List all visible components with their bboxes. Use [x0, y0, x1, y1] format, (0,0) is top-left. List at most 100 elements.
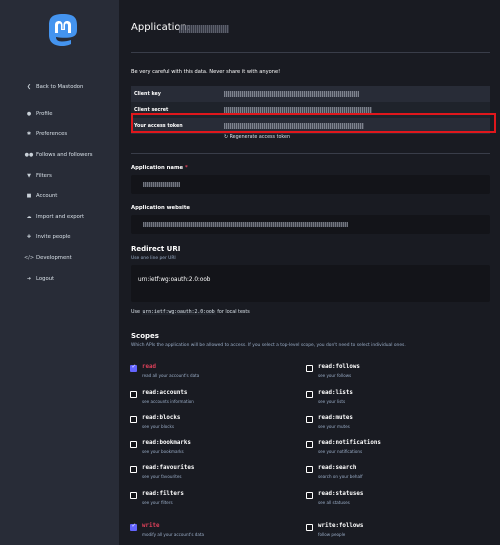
nav-invite-people[interactable]: ✚ Invite people: [0, 227, 119, 248]
scope-read-favourites[interactable]: read:favourites see your favourites: [130, 465, 194, 479]
scope-read-filters[interactable]: read:filters see your filters: [130, 491, 184, 505]
scope-name: read:notifications: [318, 440, 381, 446]
checkbox[interactable]: [130, 416, 137, 423]
nav-follows-and-followers[interactable]: ●● Follows and followers: [0, 145, 119, 166]
scopes-hint: Which APIs the application will be allow…: [131, 343, 406, 348]
local-tests-hint: Use urn:ietf:wg:oauth:2.0:oob for local …: [131, 310, 250, 315]
filter-icon: ▼: [27, 172, 31, 179]
user-icon: ●: [26, 110, 32, 117]
nav-label: Invite people: [36, 234, 71, 241]
regenerate-access-token-link[interactable]: ↻ Regenerate access token: [224, 135, 290, 140]
nav-preferences[interactable]: ✱ Preferences: [0, 124, 119, 145]
divider: [131, 153, 490, 154]
scope-read-statuses[interactable]: read:statuses see all statuses: [306, 491, 363, 505]
scope-write-follows[interactable]: write:follows follow people: [306, 523, 363, 537]
chevron-left-icon: ❮: [26, 84, 32, 91]
main-content: Application: Be very careful with this d…: [119, 0, 500, 545]
client-secret-label: Client secret: [134, 107, 169, 113]
lock-icon: ■: [26, 193, 32, 200]
highlight-box: [131, 113, 496, 133]
scope-read-follows[interactable]: read:follows see your follows: [306, 364, 360, 378]
redacted-value: [143, 222, 348, 227]
app-name-label: Application name *: [131, 165, 188, 171]
redirect-uri-textarea[interactable]: urn:ietf:wg:oauth:2.0:oob: [131, 265, 490, 302]
nav-label: Preferences: [36, 131, 68, 138]
scope-desc: modify all your account's data: [142, 532, 205, 537]
scope-write[interactable]: write modify all your account's data: [130, 523, 204, 537]
scope-desc: see your filters: [142, 500, 173, 505]
scope-name: read:lists: [318, 390, 353, 396]
nav-label: Follows and followers: [36, 152, 93, 159]
scope-read-mutes[interactable]: read:mutes see your mutes: [306, 415, 353, 429]
redirect-uri-hint: Use one line per URI: [131, 256, 176, 261]
scope-name: write:follows: [318, 523, 364, 529]
scope-name: read:statuses: [318, 491, 364, 497]
checkbox[interactable]: [130, 523, 137, 531]
scope-name: read:filters: [142, 491, 184, 497]
checkbox[interactable]: [130, 364, 137, 372]
checkbox[interactable]: [306, 441, 313, 448]
app-name-input[interactable]: [131, 175, 490, 194]
nav-logout[interactable]: ➜ Logout: [0, 268, 119, 289]
nav-filters[interactable]: ▼ Filters: [0, 165, 119, 186]
scope-name: read:favourites: [142, 465, 195, 471]
nav-profile[interactable]: ● Profile: [0, 104, 119, 125]
redirect-uri-value: urn:ietf:wg:oauth:2.0:oob: [138, 277, 211, 283]
scope-read-accounts[interactable]: read:accounts see accounts information: [130, 390, 194, 404]
website-label: Application website: [131, 205, 191, 211]
scope-read-lists[interactable]: read:lists see your lists: [306, 390, 353, 404]
scope-name: read:bookmarks: [142, 440, 191, 446]
nav-back-to-mastodon[interactable]: ❮ Back to Mastodon: [0, 77, 119, 98]
security-warning: Be very careful with this data. Never sh…: [131, 69, 281, 75]
gear-icon: ✱: [26, 131, 32, 138]
scope-read-search[interactable]: read:search search on your behalf: [306, 465, 363, 479]
nav-import-and-export[interactable]: ☁ Import and export: [0, 207, 119, 228]
nav-development[interactable]: </> Development: [0, 248, 119, 269]
table-row: Client key: [131, 86, 490, 102]
nav-label: Development: [36, 255, 72, 262]
redirect-uri-title: Redirect URI: [131, 245, 181, 253]
oob-code: urn:ietf:wg:oauth:2.0:oob: [141, 310, 216, 315]
checkbox[interactable]: [130, 441, 137, 448]
checkbox[interactable]: [306, 416, 313, 423]
cloud-icon: ☁: [26, 213, 32, 220]
nav-label: Back to Mastodon: [36, 84, 84, 91]
checkbox[interactable]: [306, 391, 313, 398]
scope-desc: read all your account's data: [142, 373, 200, 378]
redacted-value: [224, 91, 359, 97]
nav-label: Profile: [36, 110, 53, 117]
checkbox[interactable]: [306, 466, 313, 473]
scope-desc: follow people: [318, 532, 346, 537]
scope-desc: see accounts information: [142, 399, 194, 404]
scope-name: write: [142, 523, 160, 529]
checkbox[interactable]: [130, 391, 137, 398]
mastodon-logo[interactable]: [47, 13, 79, 51]
scope-name: read:blocks: [142, 415, 181, 421]
scope-read[interactable]: read read all your account's data: [130, 364, 199, 378]
checkbox[interactable]: [130, 466, 137, 473]
scope-name: read:accounts: [142, 390, 188, 396]
nav-label: Import and export: [36, 213, 85, 220]
checkbox[interactable]: [130, 492, 137, 499]
checkbox[interactable]: [306, 365, 313, 372]
scope-read-notifications[interactable]: read:notifications see your notifications: [306, 440, 381, 454]
sign-out-icon: ➜: [26, 275, 32, 282]
website-input[interactable]: [131, 215, 490, 234]
code-icon: </>: [23, 255, 35, 262]
nav-account[interactable]: ■ Account: [0, 186, 119, 207]
required-mark: *: [184, 165, 188, 171]
scope-name: read: [142, 364, 156, 370]
app-name-label-text: Application name: [131, 165, 184, 171]
scope-read-bookmarks[interactable]: read:bookmarks see your bookmarks: [130, 440, 191, 454]
scope-desc: see your mutes: [318, 424, 350, 429]
scope-read-blocks[interactable]: read:blocks see your blocks: [130, 415, 180, 429]
checkbox[interactable]: [306, 524, 313, 531]
checkbox[interactable]: [306, 492, 313, 499]
scope-desc: see your follows: [318, 373, 352, 378]
settings-nav: ❮ Back to Mastodon ● Profile ✱ Preferences …: [0, 77, 119, 289]
scope-name: read:mutes: [318, 415, 353, 421]
scope-desc: see all statuses: [318, 500, 350, 505]
refresh-icon: ↻: [224, 135, 229, 140]
scopes-title: Scopes: [131, 332, 159, 340]
scope-desc: search on your behalf: [318, 474, 363, 479]
